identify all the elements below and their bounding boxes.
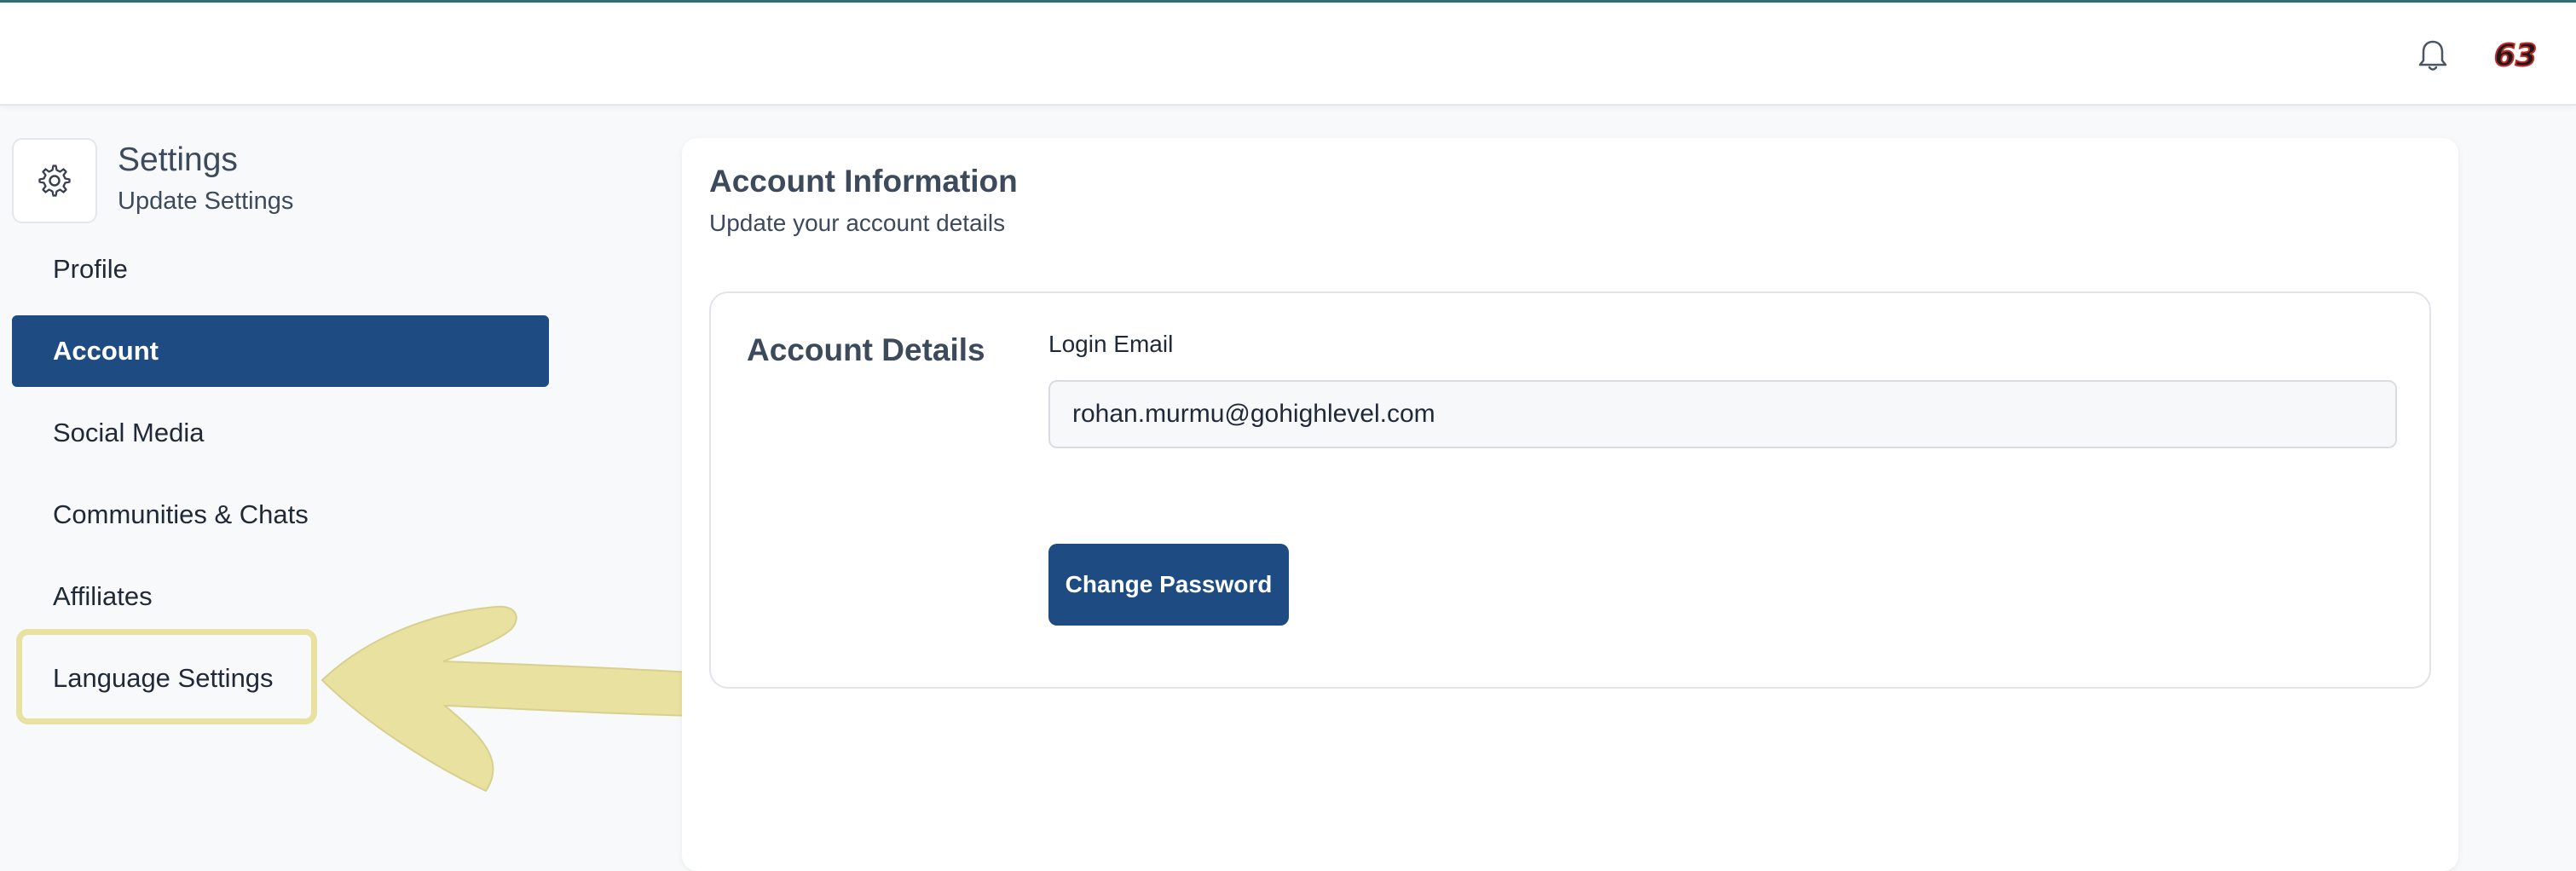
bell-icon[interactable] (2412, 35, 2453, 76)
page-subtitle: Update Settings (118, 187, 294, 215)
account-details-panel: Account Details Login Email Change Passw… (709, 291, 2431, 689)
gear-icon (38, 164, 71, 197)
highlight-box (16, 629, 317, 724)
card-title: Account Information (709, 164, 1018, 199)
email-label: Login Email (1048, 331, 1174, 357)
top-bar: 63 (0, 0, 2576, 106)
sidebar-item-profile[interactable]: Profile (12, 234, 549, 305)
card-subtitle: Update your account details (709, 210, 1006, 236)
pointer-arrow-icon (321, 605, 733, 793)
page-title: Settings (118, 141, 238, 178)
avatar-text: 63 (2494, 38, 2537, 73)
sidebar-item-communities-chats[interactable]: Communities & Chats (12, 479, 549, 551)
section-title: Account Details (747, 332, 985, 367)
sidebar-item-social-media[interactable]: Social Media (12, 397, 549, 469)
avatar[interactable]: 63 (2486, 33, 2545, 78)
account-information-card: Account Information Update your account … (682, 138, 2458, 871)
sidebar-item-account[interactable]: Account (12, 315, 549, 387)
email-field[interactable] (1048, 380, 2397, 448)
change-password-button[interactable]: Change Password (1048, 544, 1289, 626)
settings-icon-box (12, 138, 97, 223)
